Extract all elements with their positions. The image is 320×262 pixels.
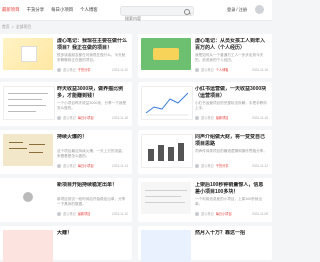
article-excerpt: 我是如何从一个普通打工人一步步走到今天的，说说我的个人经历。 [195, 53, 264, 62]
article-thumbnail[interactable] [3, 134, 53, 166]
article-excerpt: 这个项目最近持续火爆，一天上万的流量，来看看是怎么做的。 [57, 149, 126, 158]
publish-time: 2023-11-20 [111, 67, 128, 72]
chart-thumbnail-icon [145, 92, 189, 116]
login-link[interactable]: 登录 [227, 7, 235, 13]
auth-links: 登录 / 注册 [227, 7, 247, 13]
article-title[interactable]: 昨天收益3000块，做养猫比例多，才能赚到钱！ [57, 86, 128, 100]
article-thumbnail[interactable] [3, 182, 53, 214]
list-item[interactable]: 大赚！ [0, 226, 132, 262]
article-thumbnail[interactable] [3, 38, 53, 70]
search-icon[interactable] [184, 8, 190, 15]
breadcrumb-home[interactable]: 首页 [2, 25, 10, 30]
breadcrumb-section[interactable]: 全部项目 [16, 25, 31, 30]
nav-item-latest[interactable]: 最新项目 [2, 7, 20, 13]
author-name[interactable]: 虚心笔记 [201, 211, 214, 216]
article-thumbnail[interactable] [141, 38, 191, 70]
article-title[interactable]: 上架后100秒钟销量惊人，信息差小项目100多块！ [195, 182, 268, 196]
article-thumbnail[interactable] [3, 230, 53, 262]
author-avatar [195, 115, 199, 120]
list-item[interactable]: 虚心笔记：我现在主要在做什么项目？我正在做的项目！ 很多读者朋友都在问我现在做什… [0, 34, 132, 78]
category-tag[interactable]: 每日小项目 [78, 115, 94, 120]
list-item[interactable]: 持续火爆的！ 这个项目最近持续火爆，一天上万的流量，来看看是怎么做的。 虚心笔记… [0, 130, 132, 174]
author-avatar [57, 163, 61, 168]
article-title[interactable]: 同声介绍做大财，将一变变自己项目思路 [195, 134, 268, 148]
top-bar: 最新项目 干货分享 每日小项目 个人博客 登录 / 注册 [0, 0, 272, 23]
author-name[interactable]: 虚心笔记 [201, 115, 214, 120]
author-avatar [57, 115, 61, 120]
main-nav: 最新项目 干货分享 每日小项目 个人博客 [0, 0, 105, 20]
author-avatar [195, 163, 199, 168]
search-input[interactable] [121, 14, 183, 23]
article-meta: 虚心笔记 干货分享 2023-11-12 [195, 163, 268, 168]
article-thumbnail[interactable] [141, 134, 193, 168]
article-thumbnail[interactable] [141, 230, 191, 262]
author-name[interactable]: 虚心笔记 [63, 163, 76, 168]
publish-time: 2023-11-16 [111, 115, 128, 120]
article-meta: 虚心笔记 每日小项目 2023-11-16 [57, 115, 128, 120]
article-thumbnail[interactable] [141, 86, 193, 120]
nav-item-daily[interactable]: 每日小项目 [51, 7, 73, 13]
publish-time: 2023-11-08 [251, 211, 268, 216]
article-title[interactable]: 新项目开始持续稳定出单！ [57, 182, 128, 189]
article-title[interactable]: 虚心笔记：从员女孩工人到年入百万的人（个人经历） [195, 38, 268, 52]
list-item[interactable]: 虚心笔记：从员女孩工人到年入百万的人（个人经历） 我是如何从一个普通打工人一步步… [138, 34, 272, 78]
article-meta: 虚心笔记 最新项目 2023-11-15 [195, 115, 268, 120]
avatar[interactable] [255, 5, 264, 14]
category-tag[interactable]: 干货分享 [216, 163, 229, 168]
article-title[interactable]: 虚心笔记：我现在主要在做什么项目？我正在做的项目！ [57, 38, 128, 52]
article-meta: 虚心笔记 干货分享 2023-11-20 [57, 67, 128, 72]
article-thumbnail[interactable] [141, 182, 191, 214]
publish-time: 2023-11-13 [111, 163, 128, 168]
article-title[interactable]: 持续火爆的！ [57, 134, 128, 141]
author-avatar [57, 67, 61, 72]
category-tag[interactable]: 每日小项目 [216, 211, 232, 216]
article-meta: 虚心笔记 每日小项目 2023-11-13 [57, 163, 128, 168]
category-tag[interactable]: 个人博客 [216, 67, 229, 72]
list-item[interactable]: 昨天收益3000块，做养猫比例多，才能赚到钱！ 一个小项目昨天收益3000块，分… [0, 82, 132, 126]
nav-item-tips[interactable]: 干货分享 [27, 7, 45, 13]
list-item[interactable]: 新项目开始持续稳定出单！ 新项目测试一段时间后开始稳定出单，分享一下具体的数据。… [0, 178, 132, 222]
category-tag[interactable]: 最新项目 [216, 115, 229, 120]
article-excerpt: 一个利用信息差的小项目，上架100秒就出单。 [195, 197, 263, 206]
list-item[interactable]: 然月入十万？靠这一招 [138, 226, 272, 262]
author-name[interactable]: 虚心笔记 [63, 115, 76, 120]
category-tag[interactable]: 每日小项目 [78, 163, 94, 168]
article-excerpt: 小红书运营项目的完整玩法拆解，手把手教你上手。 [195, 101, 267, 110]
nav-item-blog[interactable]: 个人博客 [80, 7, 98, 13]
article-excerpt: 很多读者朋友都在问我现在做什么，今天就来聊聊我正在做的项目。 [57, 53, 126, 62]
author-avatar [195, 211, 199, 216]
breadcrumb: 首页 > 全部项目 [0, 22, 31, 32]
publish-time: 2023-11-10 [111, 211, 128, 216]
article-meta: 虚心笔记 最新项目 2023-11-10 [57, 211, 128, 216]
article-excerpt: 新项目测试一段时间后开始稳定出单，分享一下具体的数据。 [57, 197, 126, 206]
list-item[interactable]: 上架后100秒钟销量惊人，信息差小项目100多块！ 一个利用信息差的小项目，上架… [138, 178, 272, 222]
article-thumbnail[interactable] [3, 86, 55, 120]
author-name[interactable]: 虚心笔记 [63, 211, 76, 216]
author-avatar [57, 211, 61, 216]
publish-time: 2023-11-12 [251, 163, 268, 168]
article-meta: 虚心笔记 每日小项目 2023-11-08 [195, 211, 268, 216]
list-item[interactable]: 小红书运营做，一天收益3000块（运营项目） 小红书运营项目的完整玩法拆解，手把… [138, 82, 272, 126]
register-link[interactable]: 注册 [239, 7, 247, 13]
search-box [120, 6, 194, 23]
publish-time: 2023-11-18 [251, 67, 268, 72]
list-item[interactable]: 同声介绍做大财，将一变变自己项目思路 同声传译类项目的赚钱逻辑和操作思路分享。 … [138, 130, 272, 174]
article-title[interactable]: 小红书运营做，一天收益3000块（运营项目） [195, 86, 268, 100]
publish-time: 2023-11-15 [251, 115, 268, 120]
breadcrumb-sep: > [11, 25, 14, 29]
auth-separator: / [236, 7, 238, 12]
article-excerpt: 同声传译类项目的赚钱逻辑和操作思路分享。 [195, 149, 267, 153]
author-name[interactable]: 虚心笔记 [201, 67, 214, 72]
article-title[interactable]: 然月入十万？靠这一招 [195, 230, 268, 237]
category-tag[interactable]: 最新项目 [78, 211, 91, 216]
author-name[interactable]: 虚心笔记 [63, 67, 76, 72]
article-excerpt: 一个小项目昨天收益3000块，分享一下我是怎么做的。 [57, 101, 127, 110]
author-name[interactable]: 虚心笔记 [201, 163, 214, 168]
article-title[interactable]: 大赚！ [57, 230, 128, 237]
category-tag[interactable]: 干货分享 [78, 67, 91, 72]
article-meta: 虚心笔记 个人博客 2023-11-18 [195, 67, 268, 72]
author-avatar [195, 67, 199, 72]
